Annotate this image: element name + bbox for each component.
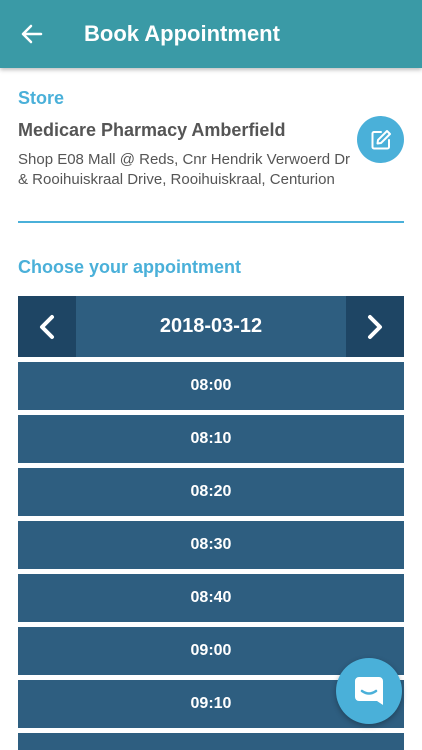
time-slot-button[interactable]: 08:40 — [18, 574, 404, 622]
page-title: Book Appointment — [84, 21, 280, 46]
section-divider — [18, 221, 404, 223]
date-selector: 2018-03-12 — [18, 296, 404, 357]
time-slot-button[interactable]: 08:20 — [18, 468, 404, 516]
store-address: Shop E08 Mall @ Reds, Cnr Hendrik Verwoe… — [18, 151, 351, 188]
chevron-right-icon — [368, 314, 382, 339]
time-slot-button[interactable]: 08:10 — [18, 415, 404, 463]
selected-date: 2018-03-12 — [159, 315, 263, 337]
back-button[interactable] — [0, 0, 64, 68]
chat-button[interactable] — [336, 658, 402, 724]
app-header: Book Appointment — [0, 0, 422, 68]
choose-appointment-label: Choose your appointment — [18, 257, 242, 277]
time-slot-button[interactable]: 08:00 — [18, 362, 404, 410]
edit-icon — [371, 129, 391, 149]
arrow-left-icon — [21, 24, 43, 44]
chat-icon — [355, 677, 383, 705]
store-name: Medicare Pharmacy Amberfield — [18, 120, 286, 140]
time-slot-button[interactable]: 08:30 — [18, 521, 404, 569]
time-slot-button-partial[interactable] — [18, 733, 404, 750]
chevron-left-icon — [40, 314, 54, 339]
edit-store-button[interactable] — [357, 116, 404, 163]
store-label: Store — [18, 88, 65, 108]
next-date-button[interactable] — [346, 296, 404, 357]
previous-date-button[interactable] — [18, 296, 76, 357]
